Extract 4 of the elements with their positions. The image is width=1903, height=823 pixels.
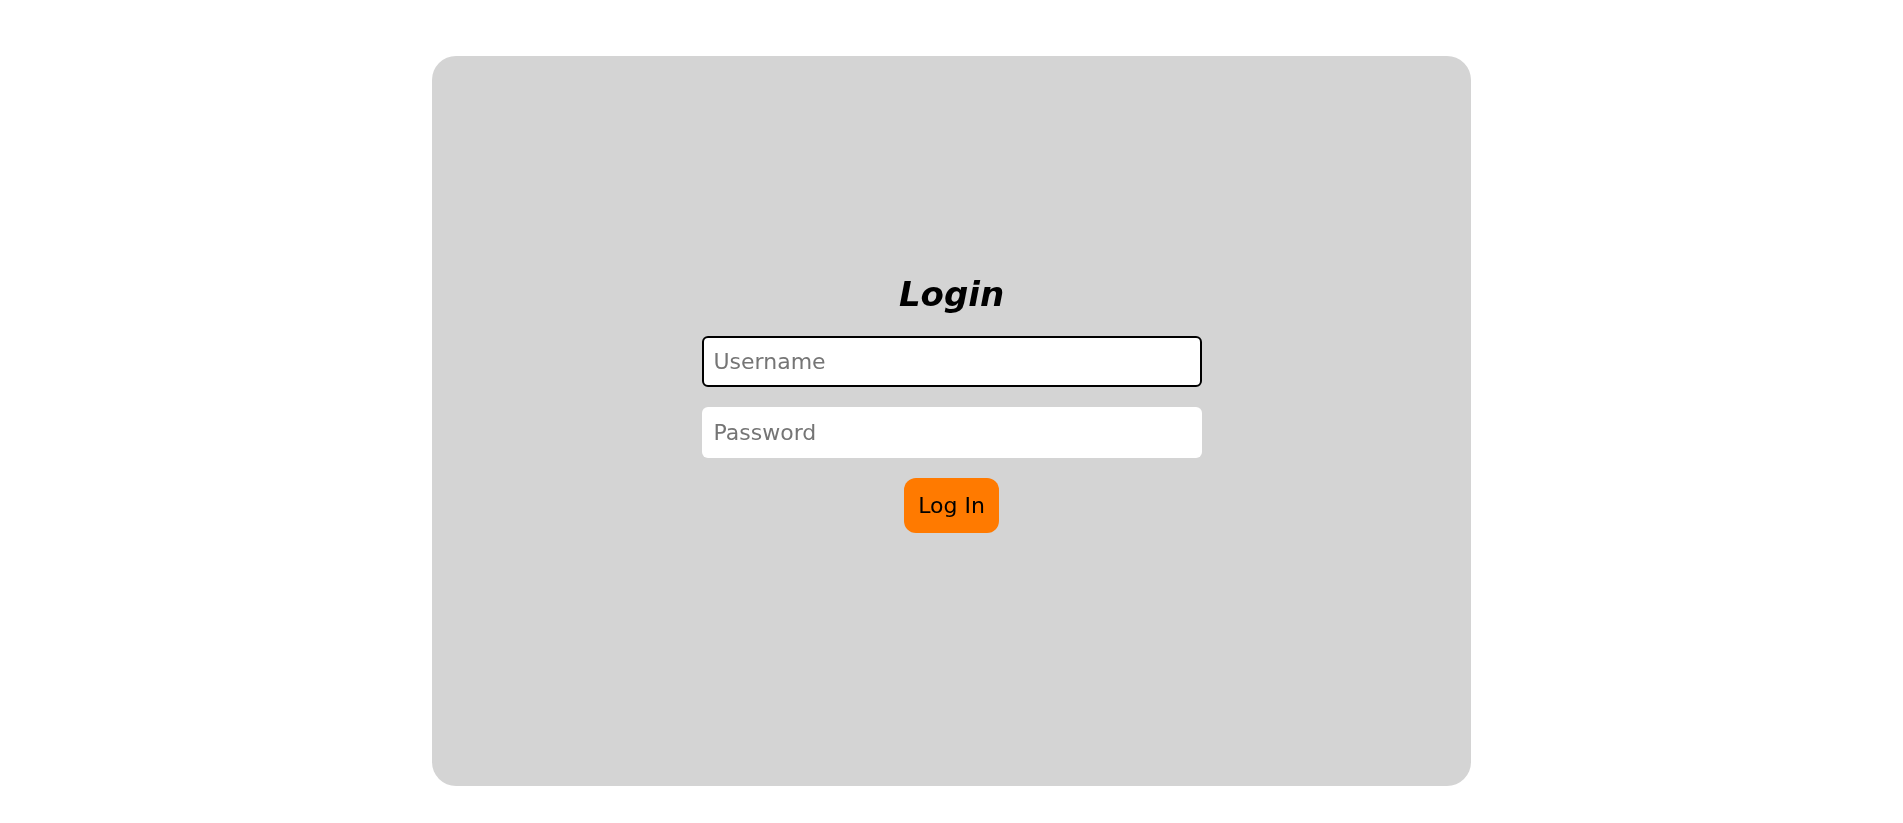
log-in-button[interactable]: Log In: [904, 478, 999, 533]
text-input-field[interactable]: Password: [701, 407, 1202, 458]
login-title: Login: [898, 273, 1005, 316]
text-input-field[interactable]: Username: [701, 336, 1202, 387]
